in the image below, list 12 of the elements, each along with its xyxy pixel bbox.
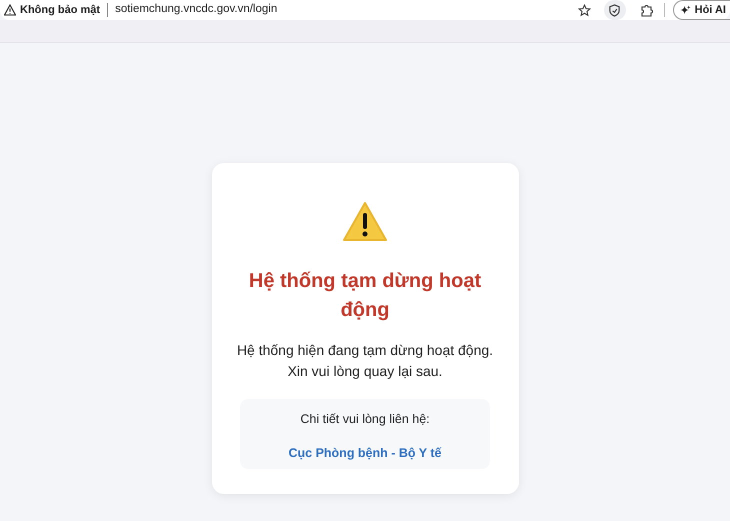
star-icon[interactable]	[578, 4, 591, 16]
contact-link[interactable]: Cục Phòng bệnh - Bộ Y tế	[288, 444, 442, 462]
warning-icon	[4, 4, 16, 16]
sparkle-icon	[680, 4, 691, 16]
url-text[interactable]: sotiemchung.vncdc.gov.vn/login	[115, 1, 278, 19]
contact-label: Chi tiết vui lòng liên hệ:	[300, 411, 430, 428]
warning-icon	[342, 201, 388, 243]
notice-title: Hệ thống tạm dừng hoạt động	[248, 269, 482, 323]
notice-message: Hệ thống hiện đang tạm dừng hoạt động. Xin vui lòng quay lại sau.	[236, 341, 494, 381]
security-label[interactable]: Không bảo mật	[20, 2, 100, 18]
shield-icon[interactable]	[608, 4, 622, 16]
puzzle-icon[interactable]	[640, 3, 654, 17]
